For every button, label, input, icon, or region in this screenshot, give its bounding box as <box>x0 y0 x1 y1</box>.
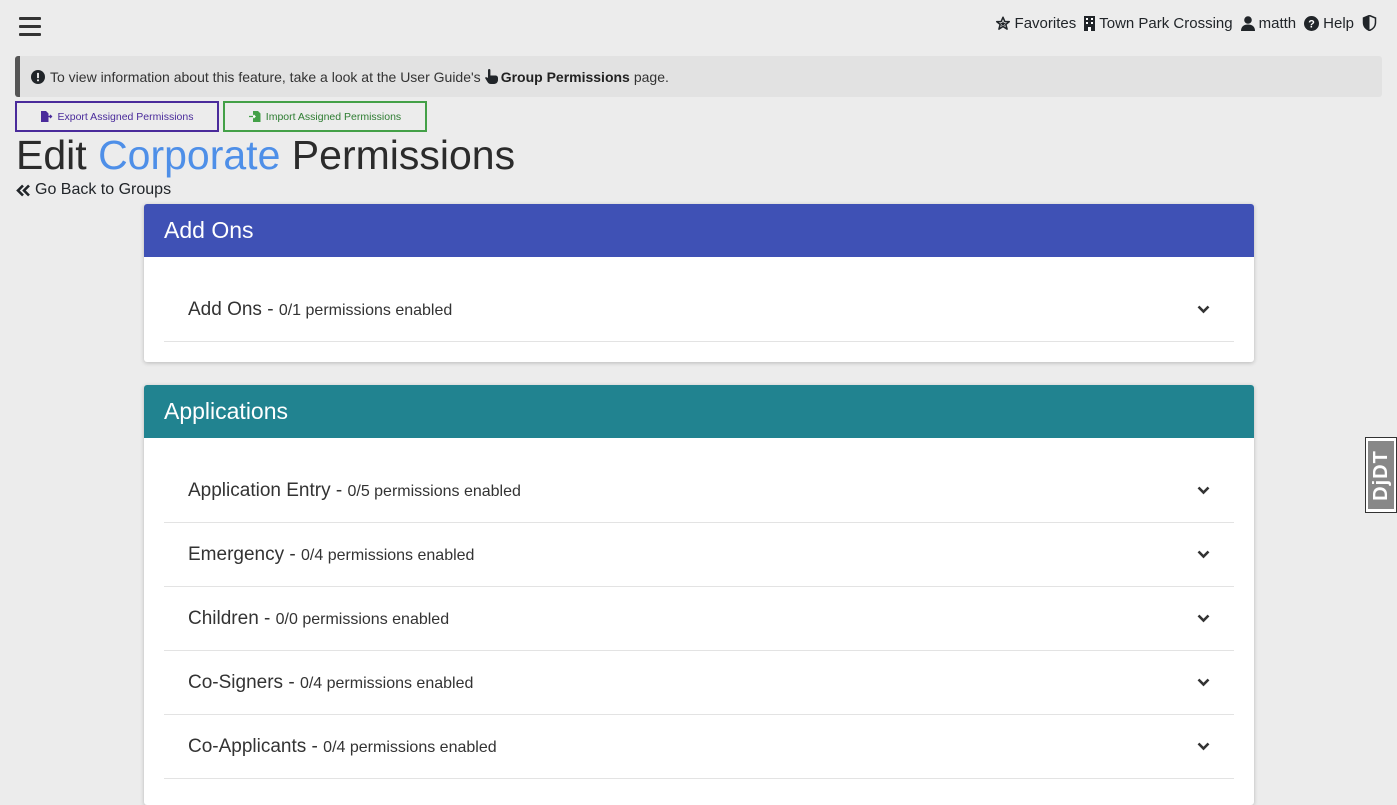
help-link[interactable]: ? Help <box>1304 15 1354 32</box>
permission-row-children[interactable]: Children - 0/0 permissions enabled <box>164 587 1234 651</box>
export-label: Export Assigned Permissions <box>57 110 194 123</box>
back-link-label: Go Back to Groups <box>35 181 172 198</box>
debug-toolbar-toggle[interactable]: DjDT <box>1365 437 1397 513</box>
section-title: Add Ons <box>164 217 254 243</box>
permission-name: Children <box>188 607 259 629</box>
section-card-add-ons: Add Ons Add Ons - 0/1 permissions enable… <box>144 204 1254 362</box>
user-name: matth <box>1258 14 1297 32</box>
chevron-down-icon[interactable] <box>1197 550 1210 559</box>
debug-toolbar-logo: DjDT <box>1368 441 1394 509</box>
file-import-icon <box>248 111 261 122</box>
section-header: Applications <box>144 385 1254 438</box>
permission-label: Co-Applicants - 0/4 permissions enabled <box>188 735 497 757</box>
permission-count: 0/0 permissions enabled <box>275 610 450 628</box>
user-guide-link[interactable]: Group Permissions <box>501 69 630 85</box>
user-menu[interactable]: matth <box>1240 14 1297 32</box>
section-header: Add Ons <box>144 204 1254 257</box>
shield-icon <box>1362 15 1377 31</box>
file-export-icon <box>40 111 52 122</box>
chevron-down-icon[interactable] <box>1197 614 1210 623</box>
import-label: Import Assigned Permissions <box>265 110 402 123</box>
permission-name: Emergency <box>188 543 285 565</box>
favorites-link[interactable]: Favorites <box>995 14 1077 32</box>
permission-count: 0/4 permissions enabled <box>301 546 475 564</box>
exclamation-circle-icon <box>31 69 45 84</box>
permission-name: Co-Signers <box>188 671 284 693</box>
permission-label: Application Entry - 0/5 permissions enab… <box>188 479 521 501</box>
favorites-label: Favorites <box>1014 14 1077 32</box>
permission-row-emergency[interactable]: Emergency - 0/4 permissions enabled <box>164 523 1234 587</box>
permission-count: 0/5 permissions enabled <box>347 482 521 500</box>
property-name: Town Park Crossing <box>1099 14 1233 32</box>
title-suffix: Permissions <box>291 132 516 178</box>
permission-label: Children - 0/0 permissions enabled <box>188 607 450 629</box>
import-permissions-button[interactable]: Import Assigned Permissions <box>223 101 427 132</box>
permission-label: Emergency - 0/4 permissions enabled <box>188 543 475 565</box>
section-title: Applications <box>164 398 289 424</box>
permission-label: Add Ons - 0/1 permissions enabled <box>188 298 453 320</box>
top-navigation: Favorites Town Park Crossing matth ? Hel… <box>995 13 1377 33</box>
permission-count: 0/4 permissions enabled <box>299 674 474 692</box>
hamburger-bar <box>19 33 41 36</box>
alert-suffix: page. <box>633 68 669 85</box>
chevron-down-icon[interactable] <box>1197 305 1210 314</box>
section-card-applications: Applications Application Entry - 0/5 per… <box>144 385 1254 805</box>
title-prefix: Edit <box>16 132 87 178</box>
permission-count: 0/4 permissions enabled <box>323 738 497 756</box>
permission-row-add-ons[interactable]: Add Ons - 0/1 permissions enabled <box>164 278 1234 342</box>
group-name: Corporate <box>98 132 281 178</box>
hamburger-bar <box>19 17 41 20</box>
user-icon <box>1240 15 1255 31</box>
permission-row-co-signers[interactable]: Co-Signers - 0/4 permissions enabled <box>164 651 1234 715</box>
permission-label: Co-Signers - 0/4 permissions enabled <box>188 671 474 693</box>
hamburger-bar <box>19 25 41 28</box>
security-shield-button[interactable] <box>1362 15 1377 31</box>
angle-double-left-icon <box>16 184 30 196</box>
permission-row-co-applicants[interactable]: Co-Applicants - 0/4 permissions enabled <box>164 715 1234 779</box>
svg-text:?: ? <box>1308 18 1315 30</box>
permission-name: Co-Applicants <box>188 735 307 757</box>
property-selector[interactable]: Town Park Crossing <box>1084 14 1233 32</box>
chevron-down-icon[interactable] <box>1197 742 1210 751</box>
help-label: Help <box>1323 14 1354 32</box>
chevron-down-icon[interactable] <box>1197 486 1210 495</box>
building-icon <box>1084 15 1096 31</box>
star-icon <box>995 15 1010 30</box>
debug-toolbar-label: DjDT <box>1369 449 1392 501</box>
back-to-groups-link[interactable]: Go Back to Groups <box>16 181 171 199</box>
question-circle-icon: ? <box>1304 15 1320 31</box>
permission-count: 0/1 permissions enabled <box>278 301 453 319</box>
menu-toggle-button[interactable] <box>19 17 41 37</box>
info-alert: To view information about this feature, … <box>15 56 1382 97</box>
chevron-down-icon[interactable] <box>1197 678 1210 687</box>
hand-pointer-icon <box>484 69 498 84</box>
page-title: Edit Corporate Permissions <box>16 131 515 179</box>
permission-name: Add Ons <box>188 298 262 320</box>
export-permissions-button[interactable]: Export Assigned Permissions <box>15 101 219 132</box>
alert-text: To view information about this feature, … <box>50 68 481 85</box>
permission-row-application-entry[interactable]: Application Entry - 0/5 permissions enab… <box>164 459 1234 523</box>
permission-name: Application Entry <box>188 479 331 501</box>
